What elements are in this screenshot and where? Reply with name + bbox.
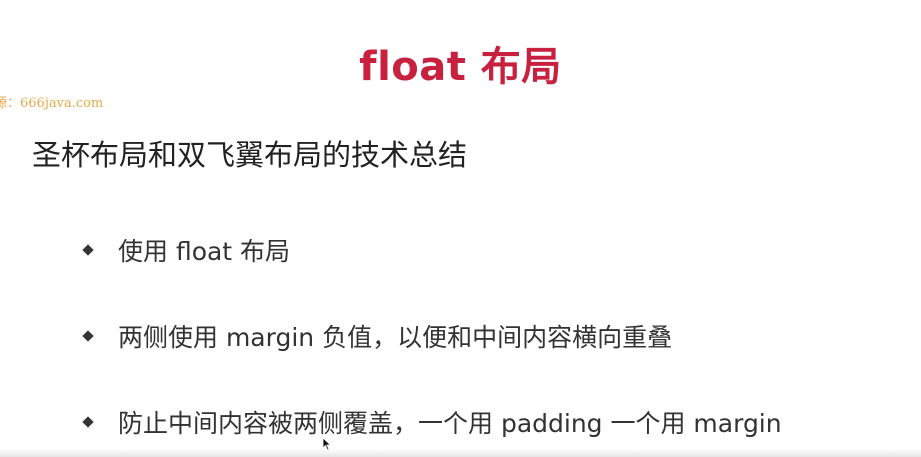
slide-title: float 布局 bbox=[359, 44, 562, 90]
bullet-item-1: 使用 float 布局 bbox=[82, 228, 782, 272]
bottom-shadow bbox=[0, 449, 921, 457]
diamond-bullet-icon bbox=[82, 244, 94, 256]
bullet-text-1: 使用 float 布局 bbox=[118, 237, 291, 266]
slide-subtitle: 圣杯布局和双飞翼布局的技术总结 bbox=[32, 138, 468, 172]
diamond-bullet-icon bbox=[82, 416, 94, 428]
bullet-text-3: 防止中间内容被两侧覆盖，一个用 padding 一个用 margin bbox=[118, 409, 782, 438]
bullet-item-3: 防止中间内容被两侧覆盖，一个用 padding 一个用 margin bbox=[82, 400, 782, 444]
diamond-bullet-icon bbox=[82, 330, 94, 342]
mouse-pointer-icon bbox=[322, 437, 332, 451]
bullet-list: 使用 float 布局 两侧使用 margin 负值，以便和中间内容横向重叠 防… bbox=[82, 228, 782, 444]
slide: float 布局 源：666java.com 圣杯布局和双飞翼布局的技术总结 使… bbox=[0, 0, 921, 457]
bullet-text-2: 两侧使用 margin 负值，以便和中间内容横向重叠 bbox=[118, 323, 673, 352]
bullet-item-2: 两侧使用 margin 负值，以便和中间内容横向重叠 bbox=[82, 314, 782, 358]
watermark-text: 源：666java.com bbox=[0, 96, 104, 111]
